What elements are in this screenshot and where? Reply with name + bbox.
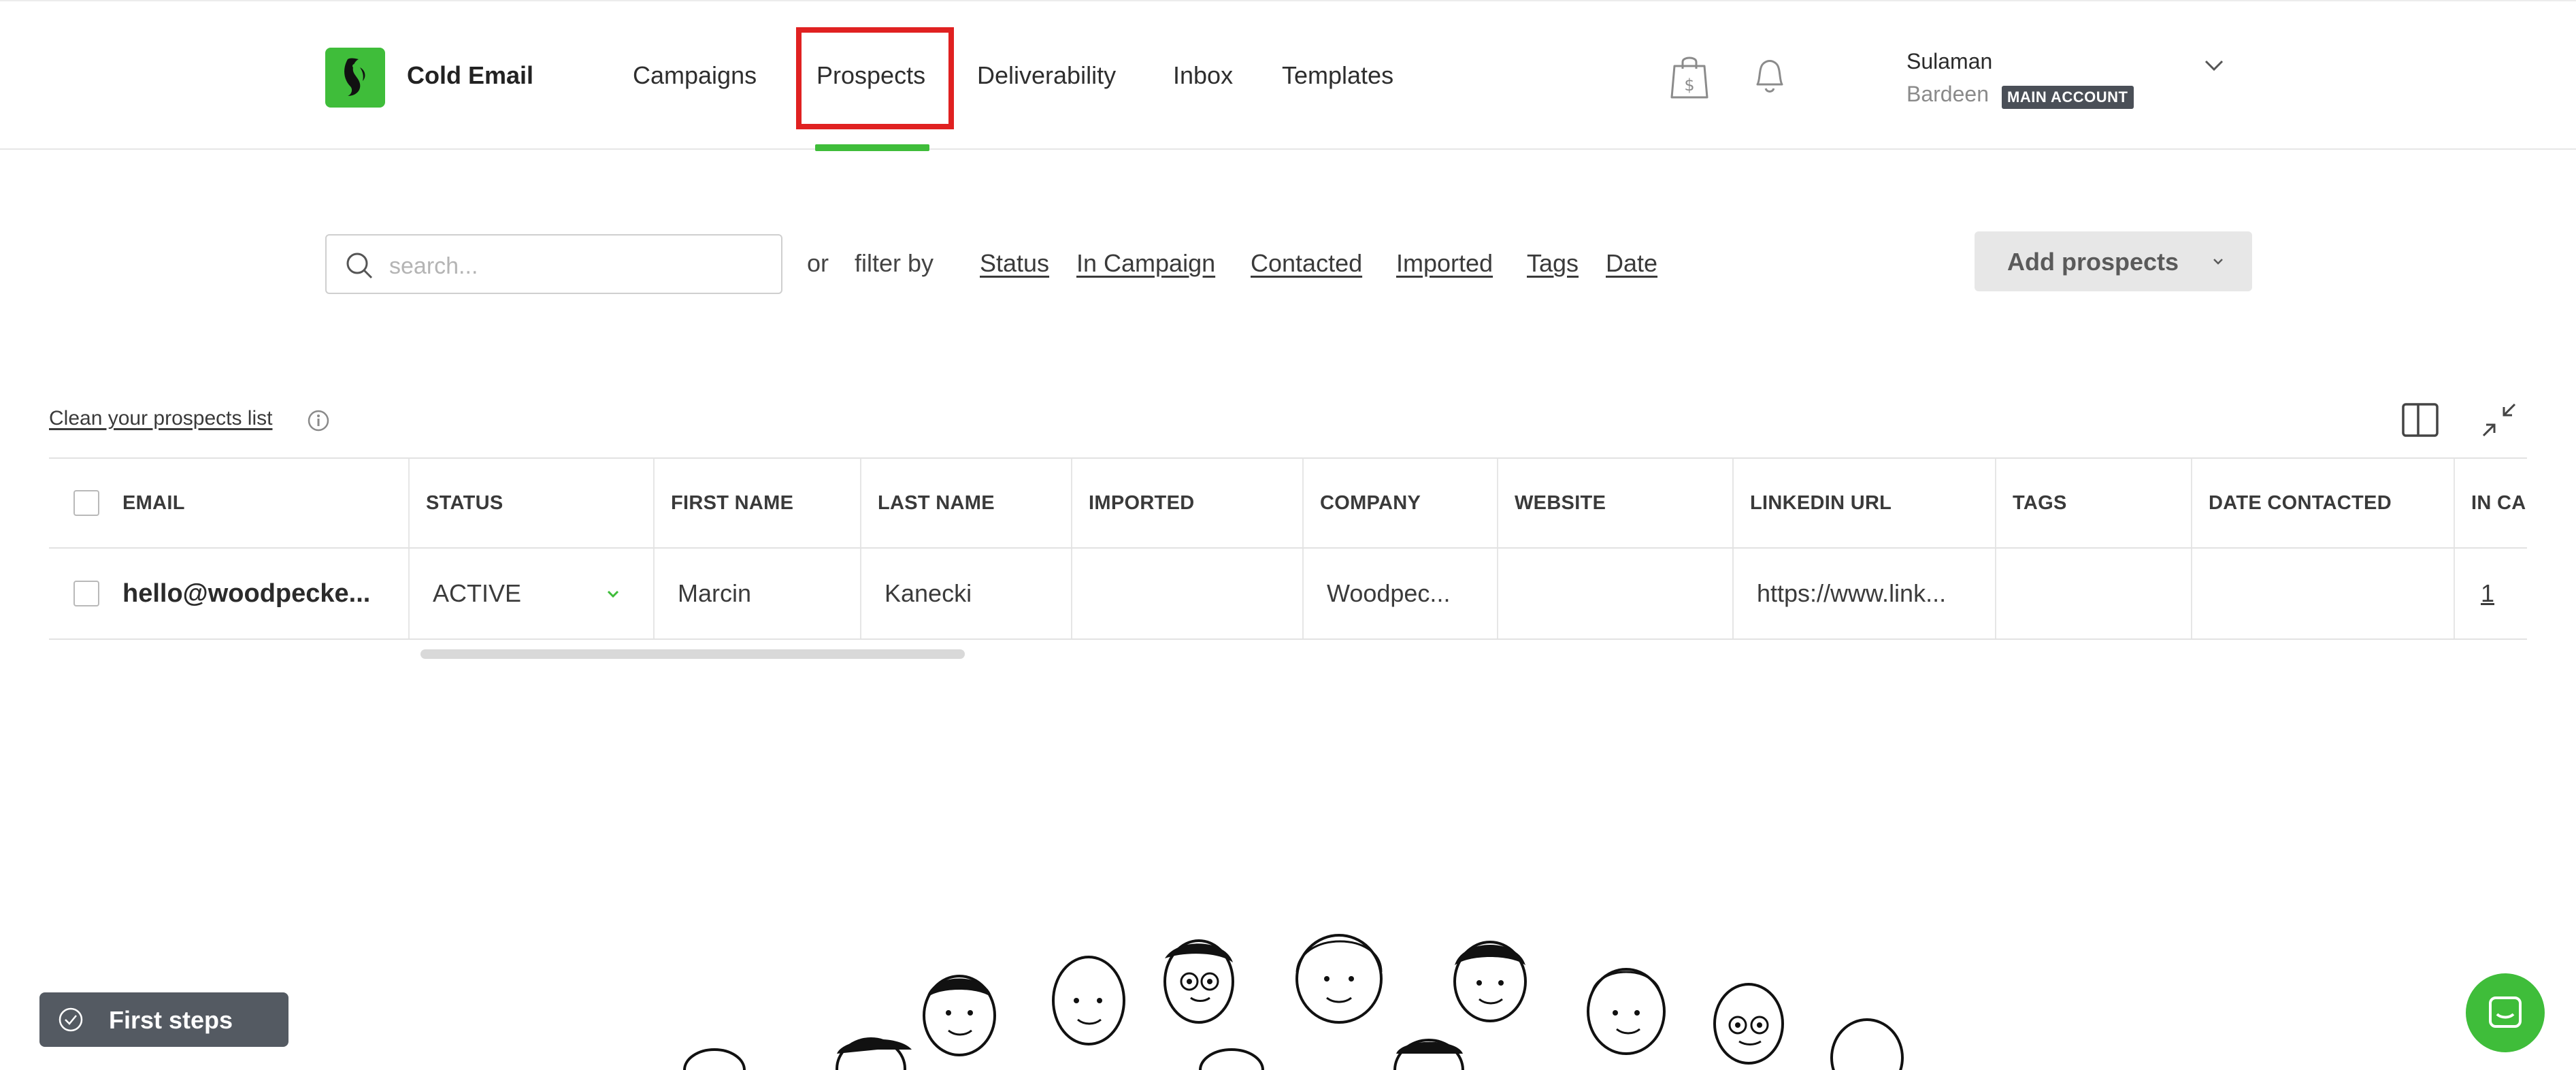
linkedin-url-value: https://www.link... (1757, 579, 1947, 607)
column-label: WEBSITE (1515, 491, 1606, 514)
nav-inbox[interactable]: Inbox (1173, 61, 1233, 90)
cell-last-name[interactable]: Kanecki (860, 549, 1071, 638)
filter-by-text: filter by (855, 249, 934, 277)
info-icon[interactable] (306, 408, 331, 433)
first-name-value: Marcin (678, 579, 752, 607)
filter-imported[interactable]: Imported (1396, 249, 1493, 278)
cell-email[interactable]: hello@woodpecke... (49, 549, 408, 638)
filter-date[interactable]: Date (1606, 249, 1657, 278)
column-label: DATE CONTACTED (2209, 491, 2392, 514)
app-name[interactable]: Cold Email (407, 61, 533, 90)
column-label: LINKEDIN URL (1750, 491, 1892, 514)
status-value: ACTIVE (433, 579, 522, 607)
cell-date-contacted[interactable] (2191, 549, 2454, 638)
woodpecker-logo-icon[interactable] (325, 48, 385, 108)
column-label: STATUS (426, 491, 503, 514)
cell-in-campaign[interactable]: 1 (2454, 549, 2527, 638)
account-name[interactable]: Bardeen (1906, 82, 1989, 107)
horizontal-scrollbar[interactable] (420, 649, 965, 659)
chevron-down-icon[interactable] (2202, 53, 2226, 78)
nav-templates[interactable]: Templates (1282, 61, 1393, 90)
user-name[interactable]: Sulaman (1906, 49, 1992, 74)
header-last-name[interactable]: LAST NAME (860, 459, 1071, 547)
nav-deliverability[interactable]: Deliverability (977, 61, 1116, 90)
row-checkbox[interactable] (73, 581, 99, 606)
shopping-bag-dollar-icon[interactable]: $ (1666, 50, 1713, 102)
filter-status[interactable]: Status (980, 249, 1049, 278)
cell-website[interactable] (1497, 549, 1732, 638)
cell-company[interactable]: Woodpec... (1302, 549, 1497, 638)
cell-status[interactable]: ACTIVE (408, 549, 653, 638)
faces-illustration (674, 924, 1912, 1070)
header-email[interactable]: EMAIL (49, 459, 408, 547)
header-website[interactable]: WEBSITE (1497, 459, 1732, 547)
prospects-highlight-box (796, 27, 954, 129)
prospects-table: EMAIL STATUS FIRST NAME LAST NAME IMPORT… (49, 457, 2527, 641)
column-label: IMPORTED (1089, 491, 1195, 514)
header-imported[interactable]: IMPORTED (1071, 459, 1302, 547)
header-linkedin-url[interactable]: LINKEDIN URL (1732, 459, 1995, 547)
header-status[interactable]: STATUS (408, 459, 653, 547)
main-account-badge: MAIN ACCOUNT (2002, 86, 2134, 109)
header-date-contacted[interactable]: DATE CONTACTED (2191, 459, 2454, 547)
chevron-down-icon[interactable] (603, 583, 623, 604)
clean-prospects-link[interactable]: Clean your prospects list (49, 407, 272, 430)
in-campaign-link[interactable]: 1 (2455, 579, 2494, 608)
filter-contacted[interactable]: Contacted (1251, 249, 1362, 278)
filter-tags[interactable]: Tags (1527, 249, 1579, 278)
or-text: or (807, 249, 829, 277)
collapse-icon[interactable] (2478, 399, 2520, 441)
top-header: Cold Email Campaigns Prospects Deliverab… (0, 0, 2576, 151)
header-tags[interactable]: TAGS (1995, 459, 2191, 547)
table-row[interactable]: hello@woodpecke... ACTIVE Marcin Kanecki… (49, 549, 2527, 640)
cell-linkedin-url[interactable]: https://www.link... (1732, 549, 1995, 638)
header-company[interactable]: COMPANY (1302, 459, 1497, 547)
header-first-name[interactable]: FIRST NAME (653, 459, 860, 547)
header-in-campaign[interactable]: IN CAI (2454, 459, 2527, 547)
table-header-row: EMAIL STATUS FIRST NAME LAST NAME IMPORT… (49, 457, 2527, 549)
search-input[interactable]: search... (325, 234, 782, 294)
company-value: Woodpec... (1327, 579, 1451, 607)
nav-campaigns[interactable]: Campaigns (633, 61, 757, 90)
column-label: TAGS (2013, 491, 2067, 514)
last-name-value: Kanecki (885, 579, 972, 607)
column-label: FIRST NAME (671, 491, 794, 514)
column-layout-icon[interactable] (2399, 399, 2441, 441)
column-label: LAST NAME (878, 491, 995, 514)
cell-first-name[interactable]: Marcin (653, 549, 860, 638)
svg-text:$: $ (1684, 76, 1694, 95)
column-label: IN CAI (2471, 491, 2527, 514)
chat-bubble-icon[interactable] (2466, 973, 2545, 1052)
column-label: EMAIL (122, 491, 185, 514)
select-all-checkbox[interactable] (73, 490, 99, 516)
search-icon (344, 250, 374, 280)
column-label: COMPANY (1320, 491, 1421, 514)
cell-imported[interactable] (1071, 549, 1302, 638)
search-placeholder: search... (389, 253, 478, 279)
filter-in-campaign[interactable]: In Campaign (1076, 249, 1215, 278)
cell-tags[interactable] (1995, 549, 2191, 638)
add-prospects-button[interactable]: Add prospects (1975, 231, 2252, 291)
chevron-down-icon (2209, 252, 2228, 271)
add-prospects-label: Add prospects (2007, 248, 2179, 276)
check-circle-icon (57, 1006, 84, 1033)
active-tab-indicator (815, 144, 929, 151)
bell-icon[interactable] (1746, 50, 1794, 102)
first-steps-label: First steps (109, 1006, 233, 1034)
first-steps-button[interactable]: First steps (39, 992, 288, 1047)
